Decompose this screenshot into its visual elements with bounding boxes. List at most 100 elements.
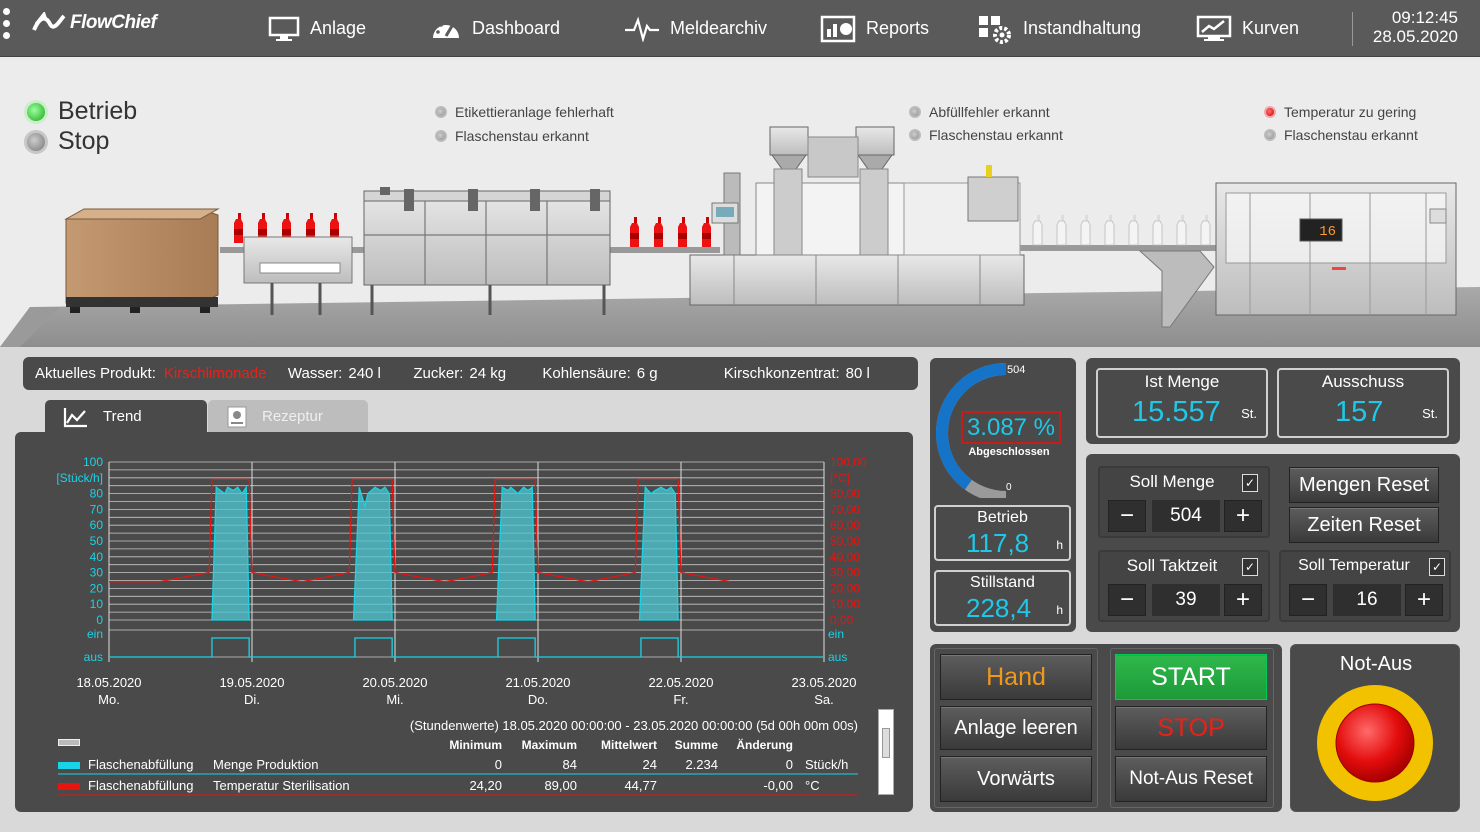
betrieb-hours-box: Betrieb 117,8 h bbox=[934, 505, 1071, 561]
soll-taktzeit-increment-button[interactable]: + bbox=[1224, 584, 1262, 616]
bool-label-ein-right: ein bbox=[828, 627, 844, 641]
stop-status-label: Stop bbox=[58, 127, 110, 155]
notaus-reset-button[interactable]: Not-Aus Reset bbox=[1115, 756, 1267, 802]
soll-taktzeit-label: Soll Taktzeit bbox=[1126, 556, 1218, 575]
legend-header: Summe bbox=[675, 738, 719, 752]
machine-temp-display: 16 bbox=[1319, 224, 1336, 240]
x-tick-day: Mo. bbox=[98, 692, 120, 707]
soll-menge-decrement-button[interactable]: − bbox=[1108, 500, 1146, 532]
y-tick-label-left: 20 bbox=[90, 581, 104, 595]
betrieb-hours-unit: h bbox=[1056, 538, 1063, 552]
y-tick-label-left: 70 bbox=[90, 502, 104, 516]
ist-menge-value: 15.557 bbox=[1132, 396, 1221, 428]
alarm-abfuellfehler: Abfüllfehler erkannt bbox=[909, 104, 1050, 120]
hand-mode-button[interactable]: Hand bbox=[940, 654, 1092, 700]
flowchief-logo: FlowChief bbox=[32, 12, 157, 34]
ist-menge-unit: St. bbox=[1241, 406, 1257, 421]
tab-rezeptur-label: Rezeptur bbox=[262, 408, 323, 425]
production-area bbox=[495, 486, 536, 621]
logo-text: FlowChief bbox=[70, 12, 157, 33]
y-tick-label-left: 100 bbox=[83, 455, 103, 469]
x-tick-date: 20.05.2020 bbox=[362, 675, 427, 690]
legend-series-desc: Menge Produktion bbox=[213, 757, 319, 772]
emergency-stop-panel: Not-Aus bbox=[1290, 644, 1460, 812]
clock: 09:12:45 28.05.2020 bbox=[1373, 8, 1458, 46]
legend-series-desc: Temperatur Sterilisation bbox=[213, 778, 350, 793]
legend-header: Maximum bbox=[522, 738, 577, 752]
zucker-label: Zucker: bbox=[413, 365, 464, 382]
ausschuss-unit: St. bbox=[1422, 406, 1438, 421]
emergency-stop-button[interactable] bbox=[1291, 681, 1461, 811]
soll-temperatur-increment-button[interactable]: + bbox=[1405, 584, 1443, 616]
soll-taktzeit-value[interactable]: 39 bbox=[1152, 584, 1220, 616]
soll-temperatur-decrement-button[interactable]: − bbox=[1289, 584, 1327, 616]
pulse-icon bbox=[625, 15, 659, 42]
nav-dashboard[interactable]: Dashboard bbox=[430, 0, 560, 57]
nav-kurven[interactable]: Kurven bbox=[1196, 0, 1299, 57]
y-tick-label-left: 10 bbox=[90, 597, 104, 611]
legend-toggle[interactable] bbox=[58, 739, 80, 746]
stillstand-hours-box: Stillstand 228,4 h bbox=[934, 570, 1071, 626]
nav-instandhaltung[interactable]: Instandhaltung bbox=[977, 0, 1141, 57]
clock-time: 09:12:45 bbox=[1391, 8, 1458, 27]
legend-series-name: Flaschenabfüllung bbox=[88, 778, 194, 793]
alarm-lamp bbox=[909, 129, 921, 141]
betrieb-indicator-lamp bbox=[24, 99, 48, 124]
soll-temperatur-label: Soll Temperatur bbox=[1298, 557, 1410, 574]
y-tick-label-left: 60 bbox=[90, 518, 104, 532]
soll-temperatur-checkbox[interactable]: ✓ bbox=[1429, 558, 1445, 576]
alarm-lamp-active bbox=[1264, 106, 1276, 118]
soll-menge-label: Soll Menge bbox=[1129, 472, 1215, 491]
nav-meldearchiv[interactable]: Meldearchiv bbox=[624, 0, 767, 57]
legend-scrollbar[interactable] bbox=[878, 709, 894, 795]
kohlensaeure-label: Kohlensäure: bbox=[542, 365, 631, 382]
mengen-reset-button[interactable]: Mengen Reset bbox=[1289, 467, 1439, 503]
ausschuss-label: Ausschuss bbox=[1321, 372, 1405, 391]
soll-menge-checkbox[interactable]: ✓ bbox=[1242, 474, 1258, 492]
trend-chart[interactable]: 10080706050403020100100,0080,0070,0060,0… bbox=[15, 432, 913, 812]
x-tick-date: 23.05.2020 bbox=[791, 675, 856, 690]
y-tick-label-right: 10,00 bbox=[830, 597, 860, 611]
soll-temperatur-value[interactable]: 16 bbox=[1333, 584, 1401, 616]
alarm-lamp bbox=[1264, 129, 1276, 141]
alarm-text: Abfüllfehler erkannt bbox=[929, 104, 1050, 120]
soll-menge-increment-button[interactable]: + bbox=[1224, 500, 1262, 532]
soll-menge-value[interactable]: 504 bbox=[1152, 500, 1220, 532]
legend-unit: Stück/h bbox=[805, 757, 848, 772]
menu-dots-icon[interactable] bbox=[3, 8, 11, 44]
nav-anlage[interactable]: Anlage bbox=[268, 0, 366, 57]
nav-reports[interactable]: Reports bbox=[820, 0, 929, 57]
trend-chart-icon bbox=[63, 407, 87, 427]
legend-value: 2.234 bbox=[685, 757, 718, 772]
tab-trend[interactable]: Trend bbox=[45, 400, 207, 433]
alarm-text: Flaschenstau erkannt bbox=[1284, 127, 1418, 143]
tab-rezeptur[interactable]: Rezeptur bbox=[208, 400, 368, 433]
legend-color-swatch bbox=[58, 783, 80, 790]
legend-header: Mittelwert bbox=[601, 738, 657, 752]
alarm-text: Temperatur zu gering bbox=[1284, 104, 1417, 120]
soll-taktzeit-decrement-button[interactable]: − bbox=[1108, 584, 1146, 616]
nav-reports-label: Reports bbox=[866, 18, 930, 38]
betrieb-hours-label: Betrieb bbox=[977, 509, 1028, 526]
product-label: Aktuelles Produkt: bbox=[35, 365, 156, 382]
gauge-label: Abgeschlossen bbox=[968, 446, 1050, 458]
vorwaerts-button[interactable]: Vorwärts bbox=[940, 756, 1092, 802]
stillstand-hours-label: Stillstand bbox=[970, 574, 1035, 591]
stop-button[interactable]: STOP bbox=[1115, 706, 1267, 750]
stop-indicator-lamp bbox=[24, 129, 48, 154]
x-tick-day: Fr. bbox=[673, 692, 688, 707]
anlage-leeren-button[interactable]: Anlage leeren bbox=[940, 706, 1092, 750]
y-tick-label-right: 20,00 bbox=[830, 581, 860, 595]
setpoints-panel: Soll Menge ✓ − 504 + Mengen Reset Zeiten… bbox=[1086, 454, 1460, 632]
start-button[interactable]: START bbox=[1115, 654, 1267, 700]
soll-taktzeit-checkbox[interactable]: ✓ bbox=[1242, 558, 1258, 576]
scrollbar-thumb[interactable] bbox=[882, 728, 890, 758]
y-tick-label-right: 30,00 bbox=[830, 566, 860, 580]
x-tick-date: 21.05.2020 bbox=[505, 675, 570, 690]
zeiten-reset-button[interactable]: Zeiten Reset bbox=[1289, 507, 1439, 543]
y-axis-label-right: [°C] bbox=[830, 471, 850, 485]
monitor-icon bbox=[268, 16, 300, 41]
production-area bbox=[638, 485, 679, 621]
bool-label-aus-right: aus bbox=[828, 650, 847, 664]
y-tick-label-right: 40,00 bbox=[830, 550, 860, 564]
